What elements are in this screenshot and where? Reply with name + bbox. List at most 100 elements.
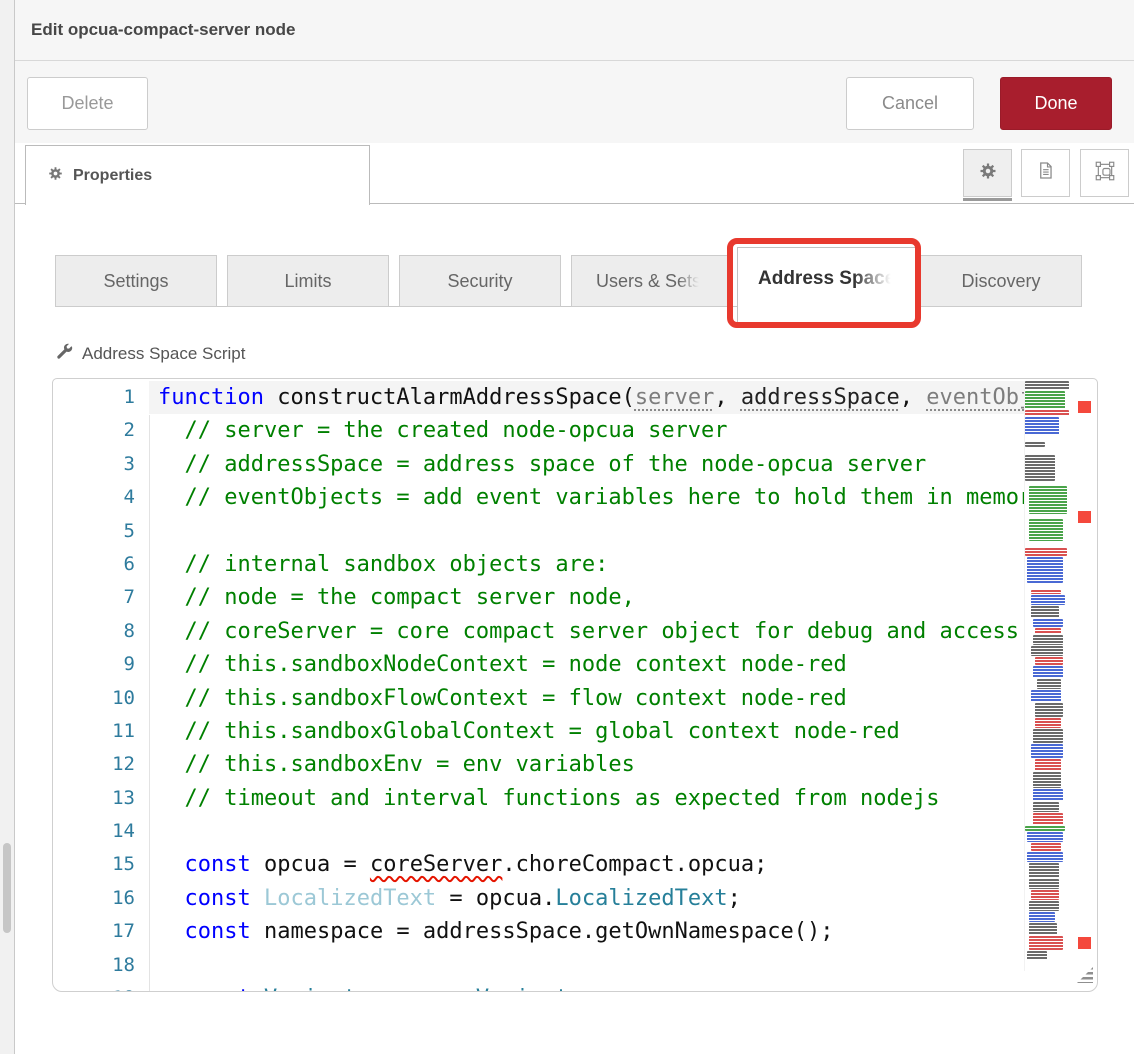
minimap-segment xyxy=(1035,718,1061,728)
code-line[interactable] xyxy=(149,815,1024,848)
code-line[interactable]: const LocalizedText = opcua.LocalizedTex… xyxy=(149,882,1024,915)
minimap-segment xyxy=(1029,923,1057,935)
subtab-label: Security xyxy=(447,271,512,292)
line-number: 19 xyxy=(53,982,149,992)
line-number: 1 xyxy=(53,381,149,414)
minimap-segment xyxy=(1031,843,1061,851)
minimap-segment xyxy=(1035,703,1063,717)
minimap-segment xyxy=(1035,759,1061,771)
minimap-segment xyxy=(1025,455,1055,481)
description-icon-button[interactable] xyxy=(1021,149,1070,197)
page-scrollbar-thumb[interactable] xyxy=(3,843,11,933)
line-number: 4 xyxy=(53,481,149,514)
line-number: 7 xyxy=(53,581,149,614)
subtab-label: Discovery xyxy=(961,271,1040,292)
line-number: 6 xyxy=(53,548,149,581)
minimap-segment xyxy=(1027,852,1063,862)
line-number: 12 xyxy=(53,748,149,781)
minimap-segment xyxy=(1025,381,1069,390)
minimap-segment xyxy=(1029,863,1059,878)
subtab-address-space[interactable]: Address Space xyxy=(737,247,917,325)
code-line[interactable] xyxy=(149,515,1024,548)
minimap-segment xyxy=(1025,417,1059,435)
code-line[interactable]: // node = the compact server node, xyxy=(149,581,1024,614)
line-number: 15 xyxy=(53,848,149,881)
properties-icon-button[interactable] xyxy=(963,149,1012,197)
code-line[interactable]: // eventObjects = add event variables he… xyxy=(149,481,1024,514)
code-line[interactable]: // this.sandboxEnv = env variables xyxy=(149,748,1024,781)
section-label-row: Address Space Script xyxy=(55,342,245,366)
dialog-title: Edit opcua-compact-server node xyxy=(15,0,1134,40)
minimap-segment xyxy=(1027,557,1063,583)
appearance-icon-button[interactable] xyxy=(1080,149,1129,197)
code-line[interactable]: // this.sandboxFlowContext = flow contex… xyxy=(149,682,1024,715)
done-button[interactable]: Done xyxy=(1000,77,1112,130)
minimap-segment xyxy=(1029,912,1055,922)
minimap-segment xyxy=(1029,936,1063,950)
minimap-segment xyxy=(1035,657,1063,665)
dialog-toolbar: Delete Cancel Done xyxy=(15,61,1134,144)
minimap-segment xyxy=(1031,606,1059,618)
gear-icon xyxy=(48,166,63,186)
minimap-segment xyxy=(1033,635,1063,645)
error-marker xyxy=(1078,401,1091,413)
subtab-discovery[interactable]: Discovery xyxy=(920,255,1082,307)
cancel-button[interactable]: Cancel xyxy=(846,77,974,130)
code-line[interactable] xyxy=(149,949,1024,982)
minimap-segment xyxy=(1025,410,1069,416)
minimap-segment xyxy=(1025,548,1067,556)
delete-button[interactable]: Delete xyxy=(27,77,148,130)
minimap-segment xyxy=(1033,772,1061,788)
line-number: 13 xyxy=(53,782,149,815)
section-label: Address Space Script xyxy=(82,344,245,364)
appearance-icon xyxy=(1095,161,1115,186)
tab-properties-label: Properties xyxy=(73,167,152,185)
code-line[interactable]: // timeout and interval functions as exp… xyxy=(149,782,1024,815)
overview-ruler xyxy=(1074,379,1097,991)
code-line[interactable]: const namespace = addressSpace.getOwnNam… xyxy=(149,915,1024,948)
code-line[interactable]: // internal sandbox objects are: xyxy=(149,548,1024,581)
document-icon xyxy=(1036,161,1055,185)
minimap-segment xyxy=(1037,679,1061,689)
line-number: 8 xyxy=(53,615,149,648)
code-area[interactable]: function constructAlarmAddressSpace(serv… xyxy=(149,381,1024,992)
minimap-segment xyxy=(1025,391,1065,409)
line-number: 16 xyxy=(53,882,149,915)
tab-properties[interactable]: Properties xyxy=(25,145,370,205)
minimap-segment xyxy=(1029,879,1059,889)
code-line[interactable]: function constructAlarmAddressSpace(serv… xyxy=(149,381,1024,414)
minimap-segment xyxy=(1025,442,1045,447)
minimap-segment xyxy=(1031,646,1063,656)
code-line[interactable]: // this.sandboxNodeContext = node contex… xyxy=(149,648,1024,681)
line-number-gutter: 12345678910111213141516171819 xyxy=(53,381,149,992)
code-line[interactable]: // server = the created node-opcua serve… xyxy=(149,414,1024,447)
subtab-limits[interactable]: Limits xyxy=(227,255,389,307)
subtab-security[interactable]: Security xyxy=(399,255,561,307)
minimap-segment xyxy=(1027,832,1063,842)
page-scrollbar-track[interactable] xyxy=(0,0,15,1054)
minimap-segment xyxy=(1031,595,1065,605)
error-marker xyxy=(1078,937,1091,949)
minimap-segment xyxy=(1033,619,1063,627)
minimap-segment xyxy=(1025,448,1077,455)
minimap-segment xyxy=(1033,789,1063,801)
line-number: 18 xyxy=(53,949,149,982)
code-editor[interactable]: 12345678910111213141516171819 function c… xyxy=(52,378,1098,992)
code-line[interactable]: const opcua = coreServer.choreCompact.op… xyxy=(149,848,1024,881)
line-number: 3 xyxy=(53,448,149,481)
subtab-label: Address Space xyxy=(758,268,895,290)
code-line[interactable]: const Variant = opcua.Variant; xyxy=(149,982,1024,992)
code-line[interactable]: // this.sandboxGlobalContext = global co… xyxy=(149,715,1024,748)
line-number: 10 xyxy=(53,682,149,715)
minimap[interactable] xyxy=(1024,381,1077,971)
minimap-segment xyxy=(1031,590,1061,594)
minimap-segment xyxy=(1033,813,1063,825)
minimap-segment xyxy=(1033,802,1059,812)
code-line[interactable]: // coreServer = core compact server obje… xyxy=(149,615,1024,648)
minimap-segment xyxy=(1031,690,1061,702)
code-line[interactable]: // addressSpace = address space of the n… xyxy=(149,448,1024,481)
line-number: 14 xyxy=(53,815,149,848)
subtab-users-sets[interactable]: Users & Sets xyxy=(571,255,733,307)
subtab-settings[interactable]: Settings xyxy=(55,255,217,307)
wrench-icon xyxy=(55,342,74,366)
